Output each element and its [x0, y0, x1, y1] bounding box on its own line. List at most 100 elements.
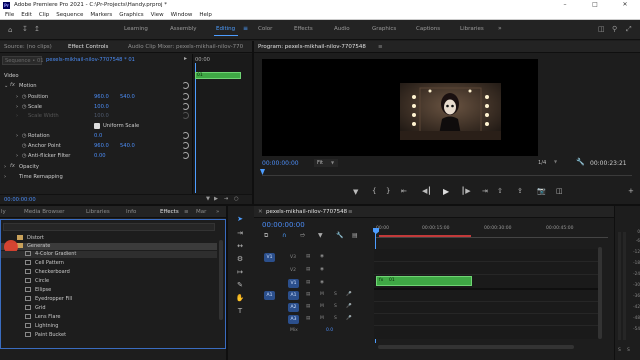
- sync-lock-v3-icon[interactable]: ▤: [306, 254, 310, 259]
- position-expand-icon[interactable]: ›: [16, 94, 18, 100]
- mic-a2-icon[interactable]: 🎤: [346, 304, 352, 309]
- eye-v1-icon[interactable]: ◉: [320, 280, 324, 285]
- home-icon[interactable]: ⌂: [8, 26, 12, 34]
- effect-lightning[interactable]: Lightning: [25, 323, 58, 329]
- mix-value[interactable]: 0.0: [326, 328, 333, 333]
- fit-dropdown[interactable]: Fit ▼: [314, 159, 338, 167]
- resolution-ratio[interactable]: 1/4: [538, 160, 546, 166]
- rotation-value[interactable]: 0.0: [94, 133, 102, 139]
- reset-antiflicker-icon[interactable]: [182, 152, 189, 159]
- workspace-effects[interactable]: Effects: [294, 26, 313, 32]
- uniform-scale-checkbox[interactable]: [94, 123, 100, 129]
- effect-4-color-gradient[interactable]: 4-Color Gradient: [25, 251, 76, 257]
- workspace-graphics[interactable]: Graphics: [372, 26, 396, 32]
- timeline-h-scrollbar[interactable]: [378, 345, 574, 349]
- track-area[interactable]: fx 01: [374, 249, 598, 339]
- timeline-close-icon[interactable]: ✕: [258, 209, 263, 215]
- antiflicker-value[interactable]: 0.00: [94, 153, 106, 159]
- add-marker-timeline-icon[interactable]: ▼: [318, 232, 323, 239]
- ec-scroll-icon[interactable]: ○: [234, 196, 239, 202]
- time-remapping-label[interactable]: Time Remapping: [19, 174, 63, 180]
- track-a2-target[interactable]: A2: [288, 303, 299, 312]
- sync-lock-a3-icon[interactable]: ▤: [306, 316, 310, 321]
- play-only-audio-icon[interactable]: ▸: [184, 55, 187, 62]
- slip-tool-icon[interactable]: ↦: [235, 267, 245, 277]
- minimize-icon[interactable]: –: [550, 0, 580, 10]
- program-scrub-bar[interactable]: [262, 172, 632, 176]
- add-button-icon[interactable]: +: [628, 187, 634, 195]
- effects-search-input[interactable]: [3, 223, 215, 231]
- solo-a1-icon[interactable]: S: [334, 292, 337, 297]
- comparison-view-icon[interactable]: ◫: [556, 187, 563, 195]
- reset-anchor-icon[interactable]: [182, 142, 189, 149]
- solo-a2-icon[interactable]: S: [334, 304, 337, 309]
- razor-tool-icon[interactable]: ⚙: [235, 254, 245, 264]
- track-a1-target[interactable]: A1: [288, 291, 299, 300]
- effects-menu-icon[interactable]: ≡: [184, 209, 189, 215]
- tab-info[interactable]: Info: [126, 209, 136, 215]
- program-menu-icon[interactable]: ≡: [378, 44, 383, 50]
- stopwatch-rotation-icon[interactable]: ◷: [22, 133, 27, 139]
- mute-a1-icon[interactable]: M: [320, 292, 324, 297]
- go-to-in-icon[interactable]: ⇤: [401, 187, 407, 195]
- program-canvas[interactable]: [262, 59, 538, 156]
- step-back-icon[interactable]: ◀┃: [422, 187, 432, 195]
- mark-out-icon[interactable]: }: [386, 187, 390, 195]
- effects-scrollbar[interactable]: [219, 240, 223, 320]
- workspace-audio[interactable]: Audio: [334, 26, 350, 32]
- track-v2-label[interactable]: V2: [290, 268, 296, 273]
- menu-graphics[interactable]: Graphics: [119, 12, 143, 18]
- effect-eyedropper-fill[interactable]: Eyedropper Fill: [25, 296, 72, 302]
- workspace-learning[interactable]: Learning: [124, 26, 148, 32]
- nest-icon[interactable]: ⧉: [264, 232, 268, 240]
- effect-circle[interactable]: Circle: [25, 278, 49, 284]
- extract-icon[interactable]: ⇪: [517, 187, 523, 195]
- folder-generate[interactable]: Generate: [17, 243, 50, 249]
- add-marker-icon[interactable]: ▼: [353, 188, 358, 196]
- anchor-y-value[interactable]: 540.0: [120, 143, 135, 149]
- scale-value[interactable]: 100.0: [94, 104, 109, 110]
- mark-in-icon[interactable]: {: [372, 187, 376, 195]
- filter-icon[interactable]: ▼: [206, 196, 210, 202]
- eye-v2-icon[interactable]: ◉: [320, 267, 324, 272]
- track-a3-target[interactable]: A3: [288, 315, 299, 324]
- menu-window[interactable]: Window: [171, 12, 193, 18]
- effect-lens-flare[interactable]: Lens Flare: [25, 314, 61, 320]
- tab-effects[interactable]: Effects: [160, 209, 179, 215]
- ripple-edit-tool-icon[interactable]: ↔: [235, 241, 245, 251]
- eye-v3-icon[interactable]: ◉: [320, 254, 324, 259]
- timeline-sequence-tab[interactable]: pexels-mikhail-nilov-7707548: [266, 209, 347, 215]
- timeline-v-scrollbar[interactable]: [598, 247, 602, 339]
- mute-a2-icon[interactable]: M: [320, 304, 324, 309]
- pen-tool-icon[interactable]: ✎: [235, 280, 245, 290]
- menu-file[interactable]: File: [5, 12, 14, 18]
- effect-paint-bucket[interactable]: Paint Bucket: [25, 332, 66, 338]
- mic-a1-icon[interactable]: 🎤: [346, 292, 352, 297]
- timeline-settings-icon[interactable]: 🔧: [336, 232, 343, 239]
- clip-name[interactable]: pexels-mikhail-nilov-7707548 * 01: [46, 57, 135, 63]
- motion-expand-icon[interactable]: ⌄: [4, 83, 8, 89]
- effect-cell-pattern[interactable]: Cell Pattern: [25, 260, 64, 266]
- tab-media-browser[interactable]: Media Browser: [24, 209, 65, 215]
- opacity-label[interactable]: Opacity: [19, 164, 39, 170]
- rotation-expand-icon[interactable]: ›: [16, 133, 18, 139]
- master-clip-selector[interactable]: Sequence • 01: [2, 56, 44, 65]
- track-select-tool-icon[interactable]: ⇥: [235, 228, 245, 238]
- type-tool-icon[interactable]: T: [235, 306, 245, 316]
- menu-help[interactable]: Help: [199, 12, 212, 18]
- position-x-value[interactable]: 960.0: [94, 94, 109, 100]
- menu-view[interactable]: View: [151, 12, 164, 18]
- timeline-timecode[interactable]: 00:00:00:00: [262, 221, 305, 229]
- track-v1-target[interactable]: V1: [288, 279, 299, 288]
- video-clip-v1[interactable]: fx 01: [376, 276, 472, 286]
- lift-icon[interactable]: ⇧: [497, 187, 503, 195]
- position-y-value[interactable]: 540.0: [120, 94, 135, 100]
- source-patch-v1[interactable]: V1: [264, 253, 275, 262]
- tab-libraries[interactable]: Libraries: [86, 209, 110, 215]
- tab-project-partial[interactable]: ly: [1, 209, 6, 215]
- selection-tool-icon[interactable]: ➤: [235, 214, 245, 224]
- more-tabs-icon[interactable]: »: [216, 209, 219, 215]
- sync-lock-v2-icon[interactable]: ▤: [306, 267, 310, 272]
- menu-edit[interactable]: Edit: [21, 12, 32, 18]
- workspace-color[interactable]: Color: [258, 26, 272, 32]
